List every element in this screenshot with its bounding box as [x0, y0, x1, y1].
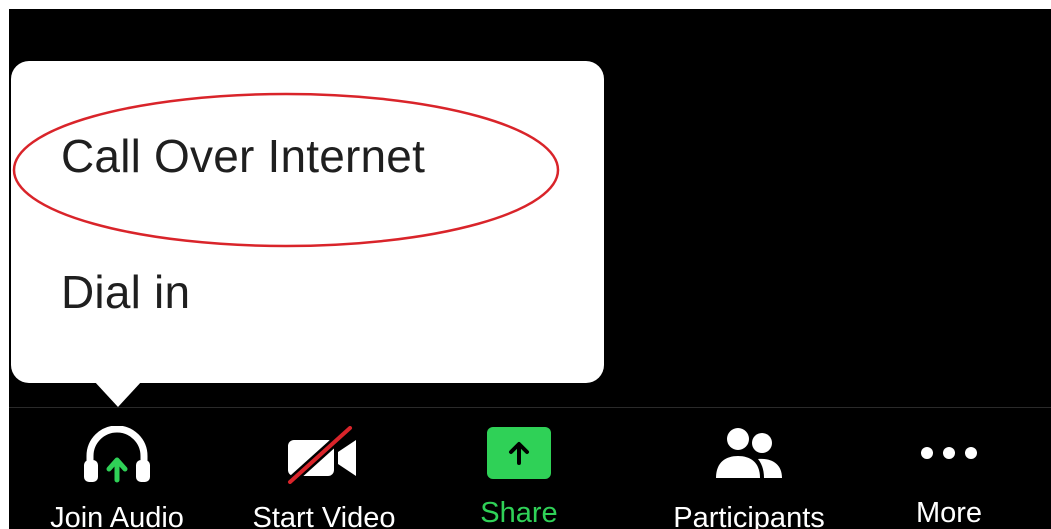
share-arrow-icon: [509, 441, 529, 465]
audio-options-popup: Call Over Internet Dial in: [11, 61, 604, 383]
meeting-screen: Call Over Internet Dial in Join Audio St…: [9, 9, 1051, 529]
share-icon-box: [487, 426, 551, 479]
join-audio-button[interactable]: Join Audio: [37, 426, 197, 529]
headphones-icon: [84, 426, 150, 483]
meeting-toolbar: Join Audio Start Video Share Participant…: [9, 407, 1051, 529]
start-video-label: Start Video: [252, 502, 396, 529]
start-video-button[interactable]: Start Video: [239, 426, 409, 529]
join-audio-label: Join Audio: [50, 502, 184, 529]
participants-icon: [716, 428, 782, 478]
participants-button[interactable]: Participants: [649, 426, 849, 529]
more-button[interactable]: More: [894, 426, 1004, 529]
video-off-icon: [286, 426, 356, 484]
menu-item-dial-in[interactable]: Dial in: [61, 265, 190, 319]
popup-pointer: [94, 381, 142, 407]
share-label: Share: [480, 497, 558, 529]
more-dots-icon: [921, 446, 977, 459]
participants-label: Participants: [673, 502, 825, 529]
share-button[interactable]: Share: [464, 426, 574, 529]
menu-item-call-over-internet[interactable]: Call Over Internet: [61, 129, 425, 183]
more-label: More: [915, 497, 983, 529]
